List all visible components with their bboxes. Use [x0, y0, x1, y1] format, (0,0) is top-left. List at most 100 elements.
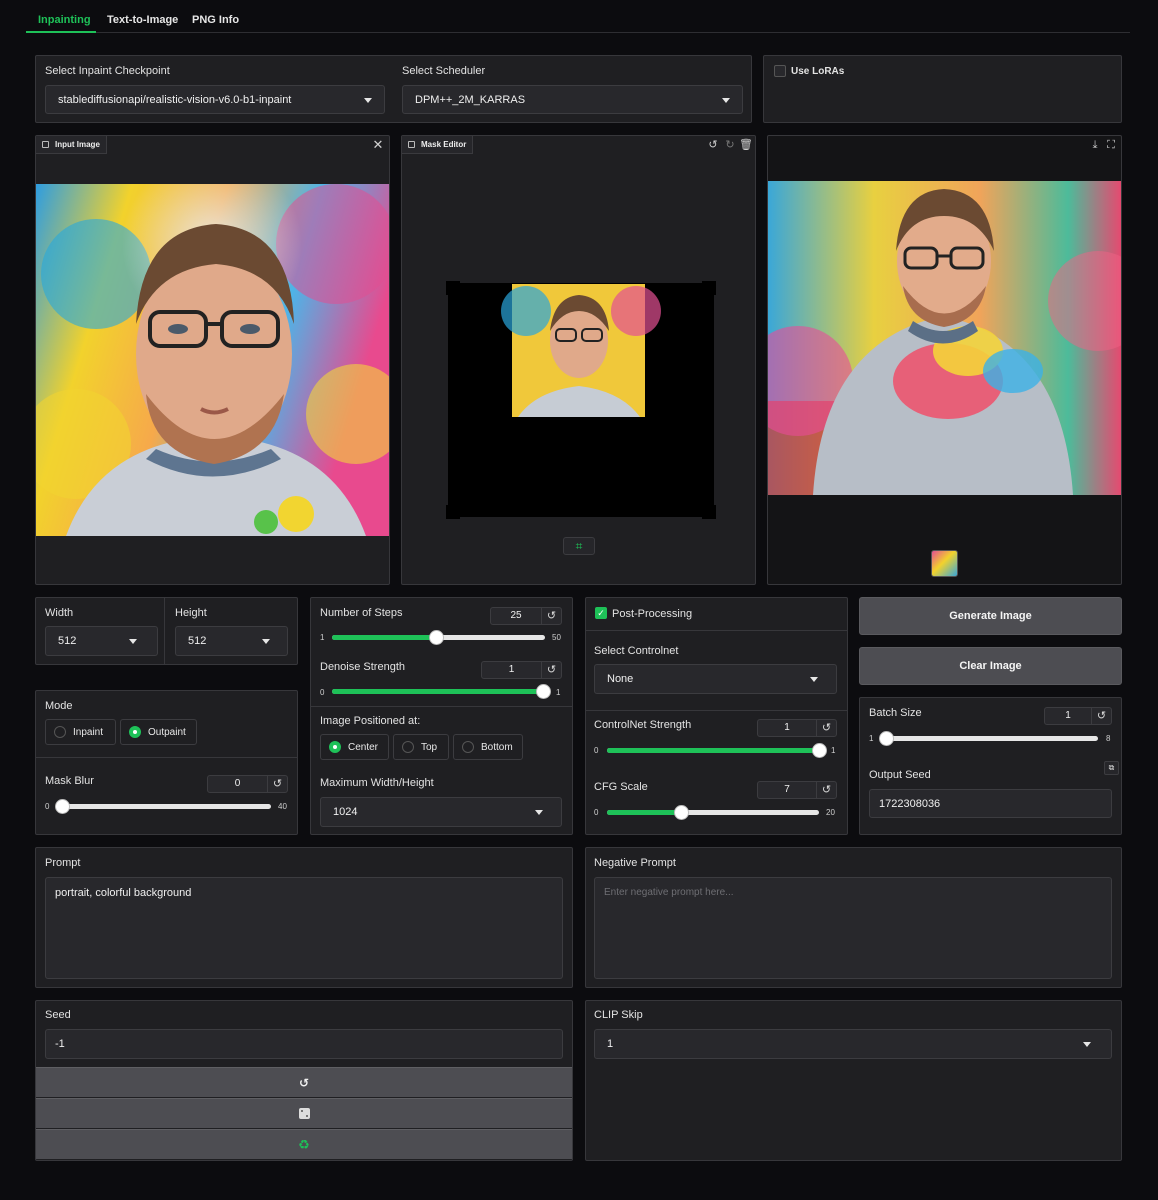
controlnet-strength-label: ControlNet Strength — [594, 719, 692, 731]
steps-number[interactable]: 25 ↺ — [490, 607, 562, 625]
seed-field[interactable]: -1 — [45, 1029, 563, 1059]
chevron-down-icon — [1083, 1042, 1091, 1047]
controlnet-label: Select Controlnet — [594, 645, 679, 657]
denoise-number[interactable]: 1 ↺ — [481, 661, 562, 679]
radio-icon — [462, 741, 474, 753]
batch-size-slider[interactable] — [879, 731, 1098, 746]
reset-icon: ↺ — [298, 1075, 310, 1090]
reuse-seed-button[interactable]: ♻ — [36, 1129, 572, 1159]
reset-seed-button[interactable]: ↺ — [36, 1067, 572, 1097]
clip-skip-panel — [585, 1000, 1122, 1161]
width-select[interactable]: 512 — [45, 626, 158, 656]
clip-skip-value: 1 — [607, 1038, 614, 1050]
height-select[interactable]: 512 — [175, 626, 288, 656]
chevron-down-icon — [722, 97, 730, 103]
controlnet-strength-max: 1 — [831, 746, 836, 755]
mask-canvas[interactable] — [446, 281, 716, 519]
download-icon[interactable]: ⤓ — [1088, 138, 1102, 152]
mask-blur-number[interactable]: 0 ↺ — [207, 775, 288, 793]
checkpoint-select[interactable]: stablediffusionapi/realistic-vision-v6.0… — [45, 85, 385, 114]
scheduler-select[interactable]: DPM++_2M_KARRAS — [402, 85, 743, 114]
random-seed-button[interactable] — [36, 1098, 572, 1128]
reset-icon[interactable]: ↺ — [267, 776, 287, 792]
trash-icon[interactable]: 🗑 — [739, 138, 753, 152]
position-center-radio[interactable]: Center — [320, 734, 389, 760]
clip-skip-select[interactable]: 1 — [594, 1029, 1112, 1059]
cfg-label: CFG Scale — [594, 781, 648, 793]
tab-text-to-image[interactable]: Text-to-Image — [107, 14, 178, 26]
clear-image-button[interactable]: Clear Image — [859, 647, 1122, 685]
clip-skip-label: CLIP Skip — [594, 1009, 643, 1021]
reset-icon[interactable]: ↺ — [1091, 708, 1111, 724]
height-label: Height — [175, 607, 207, 619]
output-image[interactable] — [768, 181, 1121, 495]
steps-slider[interactable] — [332, 630, 545, 645]
seed-value: -1 — [55, 1038, 65, 1050]
mode-inpaint-radio[interactable]: Inpaint — [45, 719, 116, 745]
controlnet-value: None — [607, 673, 634, 685]
controlnet-select[interactable]: None — [594, 664, 837, 694]
controlnet-strength-number[interactable]: 1 ↺ — [757, 719, 837, 737]
max-wh-select[interactable]: 1024 — [320, 797, 562, 827]
negative-prompt-textarea[interactable]: Enter negative prompt here... — [594, 877, 1112, 979]
batch-size-label: Batch Size — [869, 707, 922, 719]
mode-outpaint-radio[interactable]: Outpaint — [120, 719, 197, 745]
position-label: Image Positioned at: — [320, 715, 421, 727]
max-wh-label: Maximum Width/Height — [320, 777, 434, 789]
output-seed-label: Output Seed — [869, 769, 931, 781]
negative-prompt-placeholder: Enter negative prompt here... — [604, 887, 734, 898]
width-value: 512 — [58, 635, 77, 647]
image-icon — [408, 141, 415, 148]
output-gallery-panel: ⤓ ⛶ — [767, 135, 1122, 585]
mode-divider — [36, 757, 297, 758]
tab-divider — [26, 32, 1130, 33]
post-divider-2 — [586, 710, 847, 711]
seed-label: Seed — [45, 1009, 71, 1021]
steps-max: 50 — [552, 633, 561, 642]
lora-checkbox[interactable] — [774, 65, 786, 77]
post-processing-checkbox[interactable]: ✓ — [595, 607, 607, 619]
mask-blur-label: Mask Blur — [45, 775, 94, 787]
mask-blur-slider[interactable] — [55, 799, 271, 814]
cfg-slider[interactable] — [607, 805, 819, 820]
position-top-radio[interactable]: Top — [393, 734, 449, 760]
fullscreen-icon[interactable]: ⛶ — [1104, 138, 1118, 152]
tab-inpainting[interactable]: Inpainting — [38, 14, 91, 26]
reset-icon[interactable]: ↺ — [541, 662, 561, 678]
generate-image-button[interactable]: Generate Image — [859, 597, 1122, 635]
denoise-min: 0 — [320, 688, 325, 697]
undo-icon[interactable]: ↺ — [706, 138, 720, 152]
steps-label: Number of Steps — [320, 607, 403, 619]
mask-blur-max: 40 — [278, 802, 287, 811]
position-bottom-radio[interactable]: Bottom — [453, 734, 523, 760]
mask-editor-panel[interactable]: Mask Editor ↺ ↻ 🗑 ⌗ — [401, 135, 756, 585]
copy-icon[interactable]: ⧉ — [1104, 761, 1119, 775]
mode-label: Mode — [45, 700, 73, 712]
denoise-label: Denoise Strength — [320, 661, 405, 673]
cfg-number[interactable]: 7 ↺ — [757, 781, 837, 799]
max-wh-value: 1024 — [333, 806, 358, 818]
output-seed-field[interactable]: 1722308036 — [869, 789, 1112, 818]
crop-button[interactable]: ⌗ — [563, 537, 595, 555]
radio-checked-icon — [329, 741, 341, 753]
redo-icon[interactable]: ↻ — [723, 138, 737, 152]
dimensions-divider — [164, 598, 165, 664]
image-icon — [42, 141, 49, 148]
chevron-down-icon — [810, 677, 818, 682]
denoise-slider[interactable] — [332, 684, 551, 699]
output-thumbnail[interactable] — [931, 550, 958, 577]
tab-png-info[interactable]: PNG Info — [192, 14, 239, 26]
reset-icon[interactable]: ↺ — [816, 720, 836, 736]
batch-size-number[interactable]: 1 ↺ — [1044, 707, 1112, 725]
input-image-panel[interactable]: Input Image ✕ — [35, 135, 390, 585]
reset-icon[interactable]: ↺ — [541, 608, 561, 624]
height-value: 512 — [188, 635, 207, 647]
post-processing-label: Post-Processing — [612, 608, 693, 620]
controlnet-strength-min: 0 — [594, 746, 599, 755]
cfg-max: 20 — [826, 808, 835, 817]
reset-icon[interactable]: ↺ — [816, 782, 836, 798]
controlnet-strength-slider[interactable] — [607, 743, 827, 758]
close-icon[interactable]: ✕ — [371, 138, 385, 152]
prompt-textarea[interactable]: portrait, colorful background — [45, 877, 563, 979]
mode-panel — [35, 690, 298, 835]
